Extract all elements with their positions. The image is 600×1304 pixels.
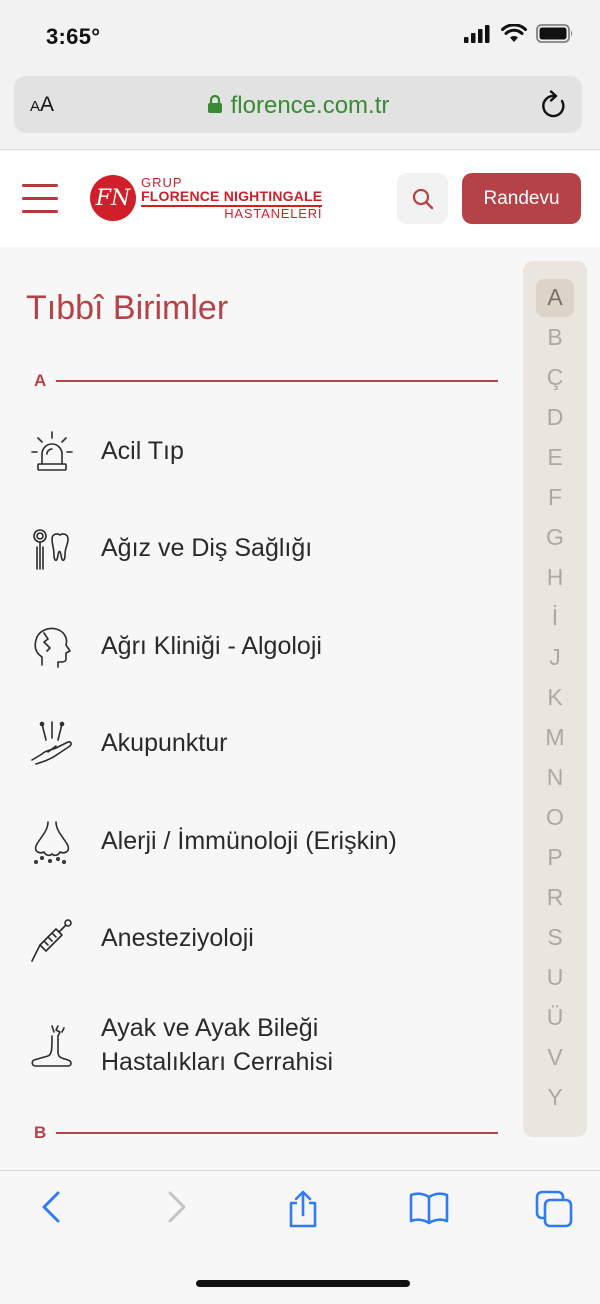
head-pain-icon [34,627,71,668]
list-item-label: Ağrı Kliniği - Algoloji [101,632,322,661]
tabs-icon[interactable] [534,1189,574,1229]
list-item-label: Alerji / İmmünoloji (Erişkin) [101,827,397,856]
alphabet-letter-n[interactable]: N [523,764,587,791]
section-header-a: A [34,371,498,391]
acupuncture-hand-icon [31,721,72,765]
back-icon[interactable] [38,1189,66,1225]
cellular-signal-icon [464,24,490,43]
list-item-ayak-cerrahisi[interactable]: Ayak ve Ayak Bileği Hastalıkları Cerrahis… [28,1007,488,1085]
address-bar[interactable]: AA florence.com.tr [14,76,582,133]
share-icon[interactable] [285,1189,321,1229]
search-button[interactable] [397,173,448,224]
foot-pain-icon [31,1025,72,1067]
list-item-agri-klinigi[interactable]: Ağrı Kliniği - Algoloji [28,617,488,677]
alphabet-letter-o[interactable]: O [523,804,587,831]
alphabet-letter-b[interactable]: B [523,324,587,351]
bookmarks-icon[interactable] [408,1191,450,1225]
alphabet-letter-a[interactable]: A [523,284,587,311]
status-bar: 3:65° [0,0,600,70]
label-line-1: Ayak ve Ayak Bileği [101,1014,319,1043]
list-item-label: Acil Tıp [101,437,184,466]
siren-icon [31,431,73,471]
status-icons [464,24,574,43]
label-line-2: Hastalıkları Cerrahisi [101,1048,334,1076]
alphabet-index: A B Ç D E F G H İ J K M N O P R S U Ü V … [523,261,587,1137]
alphabet-letter-h[interactable]: H [523,564,587,591]
logo-name: FLORENCE NIGHTINGALE [141,189,323,207]
url-text: florence.com.tr [230,92,390,119]
alphabet-letter-j[interactable]: J [523,644,587,671]
list-item-acil-tip[interactable]: Acil Tıp [28,422,488,482]
alphabet-letter-r[interactable]: R [523,884,587,911]
alphabet-letter-f[interactable]: F [523,484,587,511]
alphabet-letter-e[interactable]: E [523,444,587,471]
search-icon [412,188,433,209]
page-title: Tıbbî Birimler [26,289,229,327]
logo-grup: GRUP [141,174,183,190]
alphabet-letter-g[interactable]: G [523,524,587,551]
url-display[interactable]: florence.com.tr [14,92,582,120]
browser-bar: AA florence.com.tr [0,70,600,150]
logo-wordmark: GRUP FLORENCE NIGHTINGALE HASTANELERİ [141,174,323,221]
logo-mark: FN [90,175,136,221]
section-letter: B [34,1123,47,1142]
list-item-label: Akupunktur [101,729,228,758]
wifi-icon [501,24,527,42]
list-item-label: Ağız ve Diş Sağlığı [101,534,313,563]
list-item-alerji[interactable]: Alerji / İmmünoloji (Erişkin) [28,812,488,872]
alphabet-letter-c-cedilla[interactable]: Ç [523,364,587,391]
syringe-icon [31,919,72,962]
list-item-label: Anesteziyoloji [101,924,254,953]
alphabet-letter-p[interactable]: P [523,844,587,871]
alphabet-letter-d[interactable]: D [523,404,587,431]
tooth-mirror-icon [33,529,69,570]
battery-icon [536,24,573,43]
list-item-akupunktur[interactable]: Akupunktur [28,714,488,774]
list-item-anesteziyoloji[interactable]: Anesteziyoloji [28,909,488,969]
section-letter: A [34,371,47,390]
alphabet-letter-u[interactable]: U [523,964,587,991]
status-time: 3:65° [46,24,101,49]
lock-icon [207,94,222,113]
list-item-agiz-ve-dis[interactable]: Ağız ve Diş Sağlığı [28,519,488,579]
alphabet-letter-i-dot[interactable]: İ [523,604,587,631]
section-header-b: B [34,1123,498,1143]
alphabet-letter-v[interactable]: V [523,1044,587,1071]
forward-icon[interactable] [162,1189,190,1225]
alphabet-letter-m[interactable]: M [523,724,587,751]
main-content: Tıbbî Birimler A Acil Tıp Ağız ve Diş Sa… [0,247,600,1170]
reload-icon[interactable] [540,90,568,120]
logo-sub: HASTANELERİ [224,205,323,221]
alphabet-letter-u-umlaut[interactable]: Ü [523,1004,587,1031]
alphabet-letter-k[interactable]: K [523,684,587,711]
site-header: FN GRUP FLORENCE NIGHTINGALE HASTANELERİ… [0,151,600,247]
alphabet-letter-s[interactable]: S [523,924,587,951]
nose-allergy-icon [34,821,70,864]
hamburger-menu-icon[interactable] [22,184,58,214]
randevu-button[interactable]: Randevu [462,173,581,224]
list-item-label: Ayak ve Ayak Bileği Hastalıkları Cerrahis… [101,1012,333,1080]
logo[interactable]: FN GRUP FLORENCE NIGHTINGALE HASTANELERİ [90,174,323,221]
alphabet-letter-y[interactable]: Y [523,1084,587,1111]
home-indicator [196,1280,410,1287]
